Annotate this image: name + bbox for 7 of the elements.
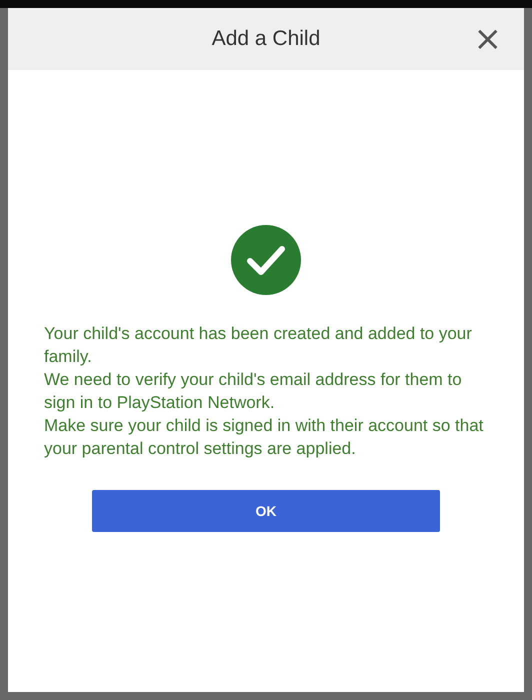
ok-button[interactable]: OK: [92, 490, 440, 532]
message-text: Make sure your child is signed in with their account so that your parental control settings are applied.: [44, 415, 484, 460]
close-button[interactable]: ×: [474, 22, 502, 56]
check-circle-icon: [231, 225, 301, 295]
dialog-title: Add a Child: [212, 27, 320, 51]
message-text: We need to verify your child's email address for them to sign in to PlayStation Network.: [44, 369, 463, 414]
message-text: Your child's account has been created and added to your family.: [44, 323, 473, 368]
